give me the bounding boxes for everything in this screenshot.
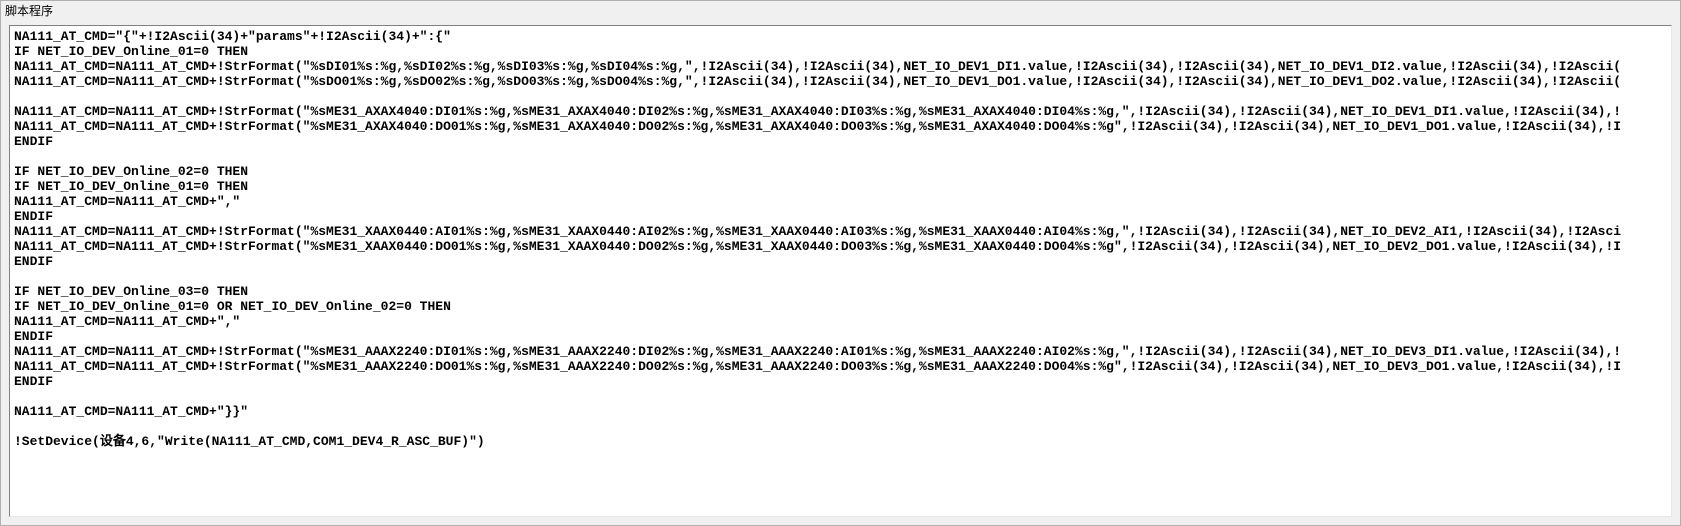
code-editor[interactable]: NA111_AT_CMD="{"+!I2Ascii(34)+"params"+!… xyxy=(9,25,1672,517)
editor-wrap: NA111_AT_CMD="{"+!I2Ascii(34)+"params"+!… xyxy=(1,21,1680,525)
code-content[interactable]: NA111_AT_CMD="{"+!I2Ascii(34)+"params"+!… xyxy=(10,26,1671,452)
panel-title: 脚本程序 xyxy=(1,1,1680,21)
script-panel: 脚本程序 NA111_AT_CMD="{"+!I2Ascii(34)+"para… xyxy=(0,0,1681,526)
